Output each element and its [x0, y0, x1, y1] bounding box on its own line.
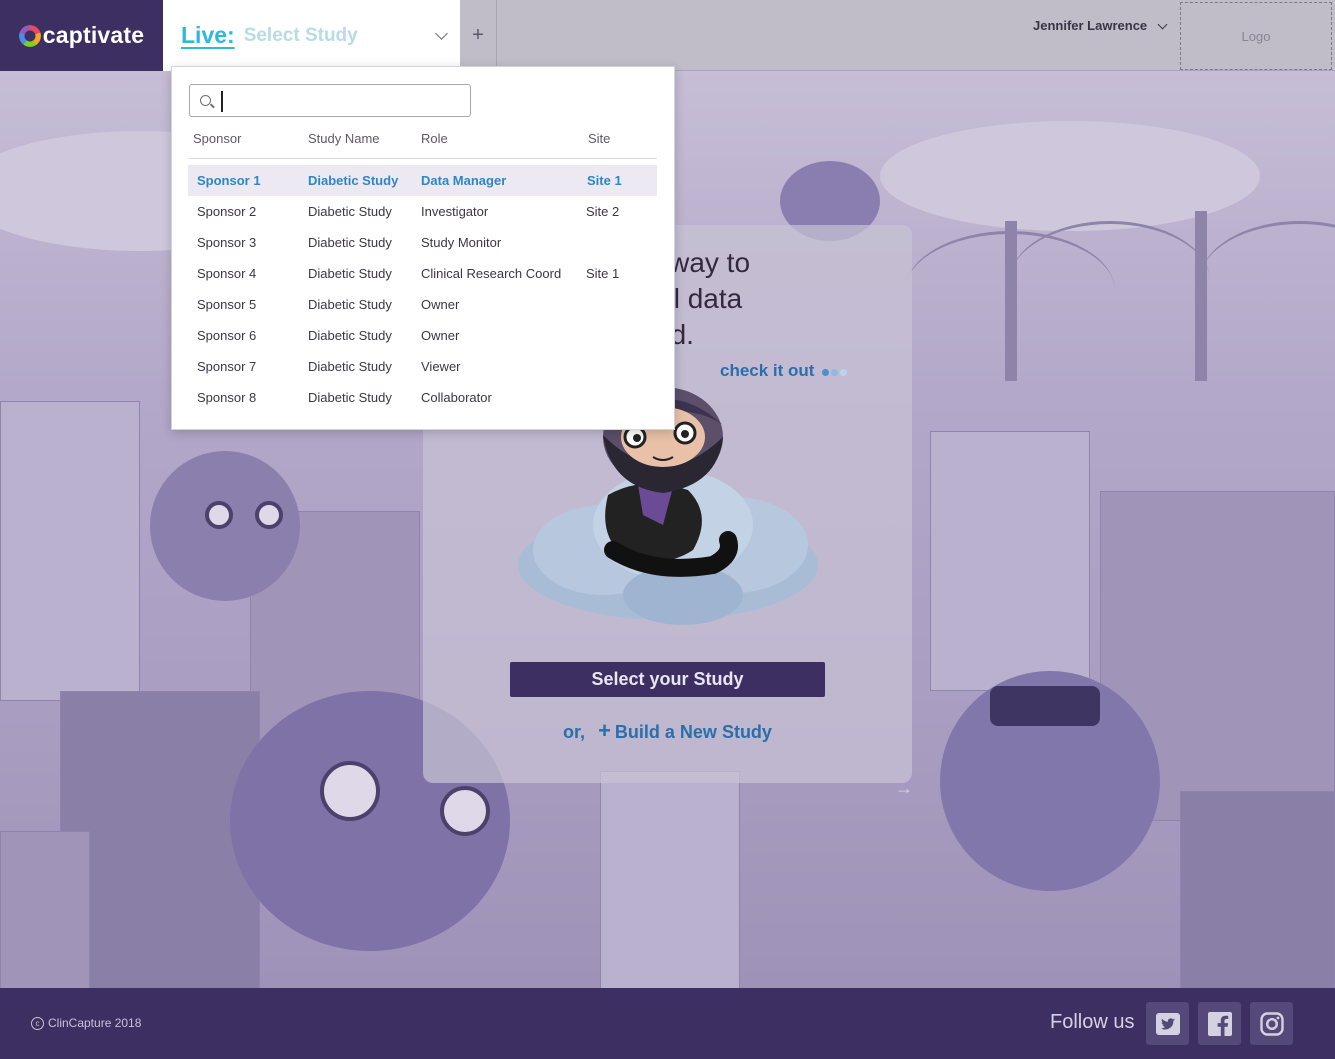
building	[0, 831, 90, 988]
study-row-role: Owner	[421, 328, 460, 343]
study-row-sponsor: Sponsor 3	[197, 235, 257, 250]
brand-logo-wrap: captivate	[18, 22, 145, 49]
header-divider	[189, 158, 657, 159]
robot-eye	[205, 501, 233, 529]
study-row-study: Diabetic Study	[308, 173, 399, 188]
robot-eye	[255, 501, 283, 529]
building	[60, 691, 260, 988]
user-menu[interactable]: Jennifer Lawrence	[1020, 0, 1178, 71]
column-header-study-name[interactable]: Study Name	[308, 131, 380, 146]
study-row-study: Diabetic Study	[308, 328, 392, 343]
customer-logo-placeholder: Logo	[1180, 2, 1332, 70]
robot-eye	[440, 786, 490, 836]
copyright-icon: c	[31, 1016, 44, 1030]
study-row-site: Site 1	[587, 173, 622, 188]
study-row-role: Collaborator	[421, 390, 492, 405]
study-row[interactable]: Sponsor 8 Diabetic Study Collaborator	[188, 382, 657, 413]
study-row-sponsor: Sponsor 8	[197, 390, 257, 405]
study-row-study: Diabetic Study	[308, 235, 392, 250]
study-row-role: Study Monitor	[421, 235, 502, 250]
user-name: Jennifer Lawrence	[1033, 18, 1148, 33]
study-row-role: Clinical Research Coord	[421, 266, 562, 281]
study-row-sponsor: Sponsor 4	[197, 266, 257, 281]
study-row[interactable]: Sponsor 5 Diabetic Study Owner	[188, 289, 657, 320]
study-row-site: Site 2	[586, 204, 620, 219]
robot-visor	[990, 686, 1100, 726]
study-row-role: Investigator	[421, 204, 489, 219]
robot-eye	[320, 761, 380, 821]
twitter-button[interactable]	[1146, 1002, 1189, 1045]
build-new-study-row: or, + Build a New Study	[423, 718, 912, 744]
top-bar: captivate Live: Select Study + Jennifer …	[0, 0, 1335, 71]
search-icon	[200, 95, 211, 106]
or-label: or,	[563, 722, 586, 742]
dots-icon	[820, 361, 848, 381]
copyright-text: ClinCapture 2018	[48, 1016, 142, 1030]
facebook-button[interactable]	[1198, 1002, 1241, 1045]
study-dropdown: Sponsor Study Name Role Site Sponsor 1 Di…	[171, 66, 675, 430]
text-caret	[221, 91, 223, 112]
chevron-down-icon	[435, 27, 448, 40]
study-row[interactable]: Sponsor 4 Diabetic Study Clinical Research…	[188, 258, 657, 289]
live-label: Live:	[181, 22, 235, 48]
column-header-role[interactable]: Role	[421, 131, 448, 146]
bridge-cable	[1200, 221, 1335, 341]
study-search-input[interactable]	[220, 90, 460, 112]
study-row-study: Diabetic Study	[308, 297, 392, 312]
study-row-study: Diabetic Study	[308, 359, 392, 374]
study-row-study: Diabetic Study	[308, 390, 392, 405]
study-row-role: Data Manager	[421, 173, 507, 188]
study-row-site: Site 1	[586, 266, 620, 281]
brand-ring-icon	[18, 24, 41, 47]
brand-name: captivate	[42, 22, 145, 48]
study-row-role: Viewer	[421, 359, 461, 374]
building	[930, 431, 1090, 691]
follow-us-label: Follow us	[1050, 1011, 1135, 1033]
study-row[interactable]: Sponsor 6 Diabetic Study Owner	[188, 320, 657, 351]
arrow-right-icon: →	[895, 778, 913, 798]
instagram-button[interactable]	[1250, 1002, 1293, 1045]
footer: c ClinCapture 2018 Follow us	[0, 988, 1335, 1059]
study-row[interactable]: Sponsor 3 Diabetic Study Study Monitor	[188, 227, 657, 258]
study-row-study: Diabetic Study	[308, 204, 392, 219]
study-row[interactable]: Sponsor 1 Diabetic Study Data Manager Site …	[188, 165, 657, 196]
study-search-box[interactable]	[189, 84, 471, 117]
study-selector[interactable]: Live: Select Study	[163, 0, 460, 71]
facebook-icon	[1207, 1011, 1232, 1036]
building	[0, 401, 140, 701]
chevron-down-icon	[1157, 19, 1168, 30]
building	[600, 771, 740, 988]
bridge-cable	[1010, 221, 1210, 341]
study-selector-placeholder: Select Study	[243, 24, 358, 46]
twitter-icon	[1155, 1012, 1180, 1035]
study-row-role: Owner	[421, 297, 460, 312]
brand-logo[interactable]: captivate	[0, 0, 163, 71]
select-your-study-button[interactable]: Select your Study	[510, 662, 825, 697]
building	[1180, 791, 1335, 988]
study-row-sponsor: Sponsor 5	[197, 297, 257, 312]
study-row-sponsor: Sponsor 1	[197, 173, 261, 188]
build-new-study-label: Build a New Study	[614, 722, 772, 742]
column-header-site[interactable]: Site	[588, 131, 610, 146]
study-row-sponsor: Sponsor 6	[197, 328, 257, 343]
build-new-study-link[interactable]: + Build a New Study	[590, 718, 772, 743]
study-row-study: Diabetic Study	[308, 266, 392, 281]
instagram-icon	[1259, 1011, 1284, 1036]
study-row-sponsor: Sponsor 7	[197, 359, 257, 374]
add-study-button[interactable]: +	[460, 0, 497, 71]
copyright: c ClinCapture 2018	[31, 1016, 141, 1030]
column-header-sponsor[interactable]: Sponsor	[193, 131, 241, 146]
study-row[interactable]: Sponsor 7 Diabetic Study Viewer	[188, 351, 657, 382]
study-row-sponsor: Sponsor 2	[197, 204, 257, 219]
plus-icon: +	[598, 718, 611, 743]
study-row[interactable]: Sponsor 2 Diabetic Study Investigator Site …	[188, 196, 657, 227]
